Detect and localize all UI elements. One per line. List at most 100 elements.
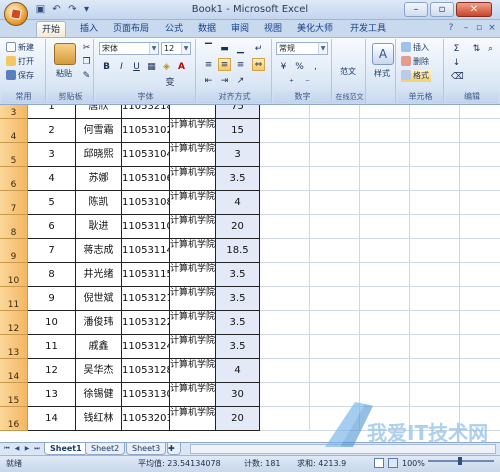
cell-name[interactable]: 唐欣 [76,105,122,119]
sheet-tab-sheet1[interactable]: Sheet1 [44,443,88,455]
align-top-icon[interactable]: ▔ [202,42,215,55]
cell-score[interactable]: 3.5 [216,167,260,191]
row-header[interactable]: 7 [0,191,28,215]
increase-decimal-icon[interactable]: ⁺ [285,76,298,89]
empty-cell[interactable] [310,167,360,191]
empty-cell[interactable] [260,311,310,335]
cell-number[interactable]: 13 [28,383,76,407]
empty-cell[interactable] [260,143,310,167]
empty-cell[interactable] [460,143,500,167]
first-sheet-icon[interactable]: ⏮ [2,443,12,454]
cell-name[interactable]: 苏娜 [76,167,122,191]
empty-cell[interactable] [360,119,410,143]
empty-cell[interactable] [410,119,460,143]
cell-score[interactable]: 4 [216,191,260,215]
empty-cell[interactable] [410,359,460,383]
sheet-tab-sheet3[interactable]: Sheet3 [126,443,167,455]
empty-cell[interactable] [310,105,360,119]
find-select-icon[interactable]: ⌕ [484,42,497,55]
cell-name[interactable]: 陈凯 [76,191,122,215]
cell-department[interactable]: 计算机学院 [170,335,216,359]
align-center-icon[interactable]: ≡ [218,58,231,71]
cell-name[interactable]: 钱红林 [76,407,122,431]
cell-number[interactable]: 10 [28,311,76,335]
row-header[interactable]: 9 [0,239,28,263]
cell-name[interactable]: 吴华杰 [76,359,122,383]
cell-number[interactable]: 8 [28,263,76,287]
empty-cell[interactable] [260,359,310,383]
restore-button[interactable]: ▫ [430,2,454,17]
help-icon[interactable]: ? [445,22,457,34]
save-icon[interactable]: ▣ [34,3,47,16]
cell-score[interactable]: 3.5 [216,287,260,311]
fanwen-button[interactable]: 范文 [340,66,356,78]
tab-data[interactable]: 数据 [193,21,221,37]
row-header[interactable]: 5 [0,143,28,167]
cell-number[interactable]: 9 [28,287,76,311]
empty-cell[interactable] [360,105,410,119]
tab-page-layout[interactable]: 页面布局 [108,21,154,37]
row-header[interactable]: 8 [0,215,28,239]
cell-score[interactable]: 20 [216,215,260,239]
row-header[interactable]: 6 [0,167,28,191]
sort-filter-icon[interactable]: ⇅ [470,42,483,55]
paste-icon[interactable] [54,43,76,65]
ribbon-close-icon[interactable]: × [486,22,498,34]
cut-icon[interactable]: ✂ [80,41,93,54]
empty-cell[interactable] [310,119,360,143]
align-right-icon[interactable]: ≡ [234,58,247,71]
cell-student-id[interactable]: 11053114 [122,239,170,263]
empty-cell[interactable] [410,191,460,215]
cell-score[interactable]: 30 [216,383,260,407]
clear-button[interactable]: ⌫ [450,70,464,83]
page-layout-view-icon[interactable] [388,458,398,468]
empty-cell[interactable] [260,239,310,263]
orientation-icon[interactable]: ↗ [234,74,247,87]
qat-dropdown-icon[interactable]: ▾ [80,3,93,16]
cell-student-id[interactable]: 11053124 [122,335,170,359]
empty-cell[interactable] [460,191,500,215]
cell-department[interactable]: 计算机学院 [170,359,216,383]
cell-student-id[interactable]: 11053130 [122,383,170,407]
cell-department[interactable]: 计算机学院 [170,119,216,143]
font-color-button[interactable]: A [175,60,188,73]
cell-department[interactable]: 计算机学院 [170,105,216,119]
cell-score[interactable]: 15 [216,119,260,143]
empty-cell[interactable] [360,167,410,191]
cell-number[interactable]: 7 [28,239,76,263]
cell-name[interactable]: 井光绪 [76,263,122,287]
ribbon-restore-icon[interactable]: ▫ [473,22,485,34]
cell-number[interactable]: 1 [28,105,76,119]
wrap-text-icon[interactable]: ↵ [252,42,265,55]
styles-icon[interactable]: A [372,43,394,65]
cell-student-id[interactable]: 11053115 [122,263,170,287]
empty-cell[interactable] [360,287,410,311]
tab-developer[interactable]: 开发工具 [345,21,391,37]
cell-department[interactable]: 计算机学院 [170,191,216,215]
empty-cell[interactable] [410,287,460,311]
format-painter-icon[interactable]: ✎ [80,69,93,82]
cell-student-id[interactable]: 11053128 [122,359,170,383]
cell-score[interactable]: 3 [216,143,260,167]
tab-formulas[interactable]: 公式 [160,21,188,37]
phonetic-button[interactable]: 变 [160,76,180,89]
fill-color-icon[interactable]: ◈ [160,60,173,73]
empty-cell[interactable] [310,239,360,263]
cell-name[interactable]: 耿进 [76,215,122,239]
cell-department[interactable]: 计算机学院 [170,239,216,263]
empty-cell[interactable] [460,263,500,287]
format-cells-button[interactable]: 格式 [401,70,431,82]
empty-cell[interactable] [260,407,310,431]
cell-department[interactable]: 计算机学院 [170,311,216,335]
italic-button[interactable]: I [115,60,128,73]
empty-cell[interactable] [410,311,460,335]
empty-cell[interactable] [260,191,310,215]
empty-cell[interactable] [460,335,500,359]
next-sheet-icon[interactable]: ▶ [22,443,32,454]
new-button[interactable]: 新建 [6,42,34,54]
cell-student-id[interactable]: 11053104 [122,143,170,167]
delete-cells-button[interactable]: 删除 [401,56,429,68]
empty-cell[interactable] [460,167,500,191]
tab-meihua[interactable]: 美化大师 [292,21,338,37]
cell-number[interactable]: 2 [28,119,76,143]
